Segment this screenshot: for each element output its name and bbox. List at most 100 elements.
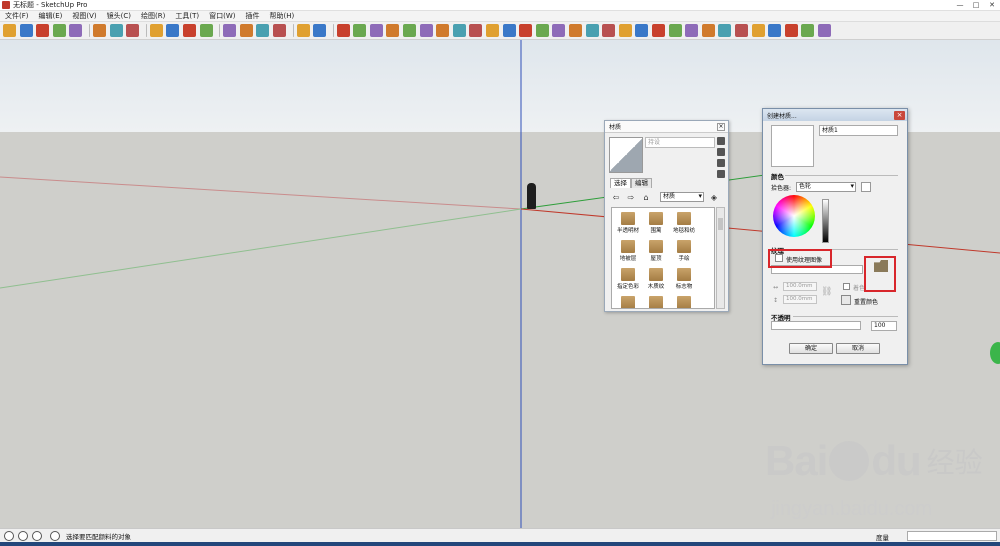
select-tool-icon[interactable] [3, 24, 16, 37]
menu-plugins[interactable]: 插件 [240, 11, 264, 21]
maximize-button[interactable]: □ [968, 0, 984, 11]
tab-select[interactable]: 选择 [610, 178, 631, 188]
opacity-slider[interactable] [771, 321, 861, 330]
material-grid-scrollbar[interactable] [716, 207, 725, 309]
material-folder-item[interactable]: 瓷砖和 [671, 295, 697, 308]
colorize-checkbox[interactable] [843, 283, 850, 290]
credits-icon[interactable] [18, 530, 28, 541]
tool-icon[interactable] [585, 24, 599, 37]
bucket-icon[interactable] [717, 148, 725, 156]
brightness-slider[interactable] [822, 199, 829, 243]
tool-icon[interactable] [419, 24, 433, 37]
menu-camera[interactable]: 镜头(C) [102, 11, 136, 21]
paint-bucket-tool-icon[interactable] [126, 24, 140, 37]
dialog-close-icon[interactable]: × [894, 110, 905, 120]
material-folder-item[interactable]: 地被层 [615, 239, 641, 265]
menu-view[interactable]: 视图(V) [67, 11, 101, 21]
opacity-input[interactable]: 100 [871, 321, 897, 331]
tool-icon[interactable] [569, 24, 582, 37]
tool-icon[interactable] [801, 24, 815, 37]
scale-figure[interactable] [527, 183, 536, 209]
tool-icon[interactable] [651, 24, 665, 37]
standard-view-3-icon[interactable] [369, 24, 383, 37]
geo-location-icon[interactable] [4, 530, 14, 541]
tool-icon[interactable] [685, 24, 699, 37]
tool-icon[interactable] [469, 24, 483, 37]
standard-view-1-icon[interactable] [336, 24, 350, 37]
measurements-input[interactable] [907, 531, 997, 541]
tool-icon[interactable] [618, 24, 632, 37]
tool-icon[interactable] [486, 24, 500, 37]
make-component-tool-icon[interactable] [92, 24, 106, 37]
tool-icon[interactable] [668, 24, 682, 37]
tool-icon[interactable] [734, 24, 748, 37]
tool-icon[interactable] [436, 24, 450, 37]
pan-tool-icon[interactable] [239, 24, 253, 37]
next-view-icon[interactable] [313, 24, 327, 37]
material-name-field[interactable]: 持设 [645, 137, 715, 148]
tool-icon[interactable] [817, 24, 831, 37]
material-folder-item[interactable]: 石材 [643, 295, 669, 308]
tool-icon[interactable] [403, 24, 417, 37]
material-folder-item[interactable]: 标志物 [671, 267, 697, 293]
details-arrow-icon[interactable]: ◈ [709, 193, 719, 202]
color-picker-select[interactable]: 色轮 [796, 182, 856, 192]
scroll-thumb[interactable] [718, 218, 723, 230]
close-button[interactable]: ✕ [984, 0, 1000, 11]
circle-tool-icon[interactable] [52, 24, 66, 37]
material-folder-item[interactable]: 半透明材 [615, 211, 641, 237]
tab-edit[interactable]: 编辑 [631, 178, 652, 188]
color-wheel[interactable] [773, 195, 815, 237]
texture-width-input[interactable]: 100.0mm [783, 282, 817, 291]
menu-edit[interactable]: 编辑(E) [34, 11, 68, 21]
tool-icon[interactable] [502, 24, 516, 37]
cancel-button[interactable]: 取消 [836, 343, 880, 354]
material-folder-item[interactable]: 屋顶 [643, 239, 669, 265]
link-chain-icon[interactable]: ⛓ [821, 287, 832, 297]
push-pull-tool-icon[interactable] [149, 24, 163, 37]
rectangle-tool-icon[interactable] [36, 24, 50, 37]
zoom-extents-tool-icon[interactable] [272, 24, 286, 37]
tool-icon[interactable] [452, 24, 466, 37]
tool-icon[interactable] [751, 24, 765, 37]
orbit-tool-icon[interactable] [223, 24, 237, 37]
standard-view-4-icon[interactable] [386, 24, 400, 37]
user-icon[interactable] [32, 530, 42, 541]
tool-icon[interactable] [535, 24, 549, 37]
menu-draw[interactable]: 绘图(R) [136, 11, 170, 21]
material-folder-item[interactable]: 手绘 [671, 239, 697, 265]
menu-file[interactable]: 文件(F) [0, 11, 34, 21]
menu-help[interactable]: 帮助(H) [264, 11, 299, 21]
color-swatch[interactable] [861, 182, 871, 192]
minimize-button[interactable]: — [952, 0, 968, 11]
material-library-select[interactable]: 材质 [660, 192, 704, 202]
material-folder-item[interactable]: 地毯和纺 [671, 211, 697, 237]
back-arrow-icon[interactable]: ⇦ [611, 193, 621, 202]
tool-icon[interactable] [718, 24, 732, 37]
tool-icon[interactable] [784, 24, 798, 37]
texture-height-input[interactable]: 100.0mm [783, 295, 817, 304]
tool-icon[interactable] [602, 24, 616, 37]
tool-icon[interactable] [635, 24, 649, 37]
default-material-icon[interactable] [717, 159, 725, 167]
eyedropper-icon[interactable] [717, 170, 725, 178]
menu-window[interactable]: 窗口(W) [204, 11, 240, 21]
tool-icon[interactable] [768, 24, 782, 37]
create-material-icon[interactable] [717, 137, 725, 145]
previous-view-icon[interactable] [296, 24, 310, 37]
eraser-tool-icon[interactable] [109, 24, 123, 37]
offset-tool-icon[interactable] [199, 24, 213, 37]
tool-icon[interactable] [519, 24, 533, 37]
ok-button[interactable]: 确定 [789, 343, 833, 354]
material-folder-item[interactable]: 木质纹 [643, 267, 669, 293]
standard-view-2-icon[interactable] [353, 24, 367, 37]
forward-arrow-icon[interactable]: ⇨ [626, 193, 636, 202]
reset-color-swatch[interactable] [841, 295, 851, 305]
move-tool-icon[interactable] [166, 24, 180, 37]
zoom-tool-icon[interactable] [256, 24, 270, 37]
material-name-input[interactable]: 材质1 [819, 125, 898, 136]
help-icon[interactable] [50, 530, 60, 541]
tool-icon[interactable] [701, 24, 715, 37]
reset-color-label[interactable]: 重置颜色 [854, 297, 878, 306]
rotate-tool-icon[interactable] [182, 24, 196, 37]
